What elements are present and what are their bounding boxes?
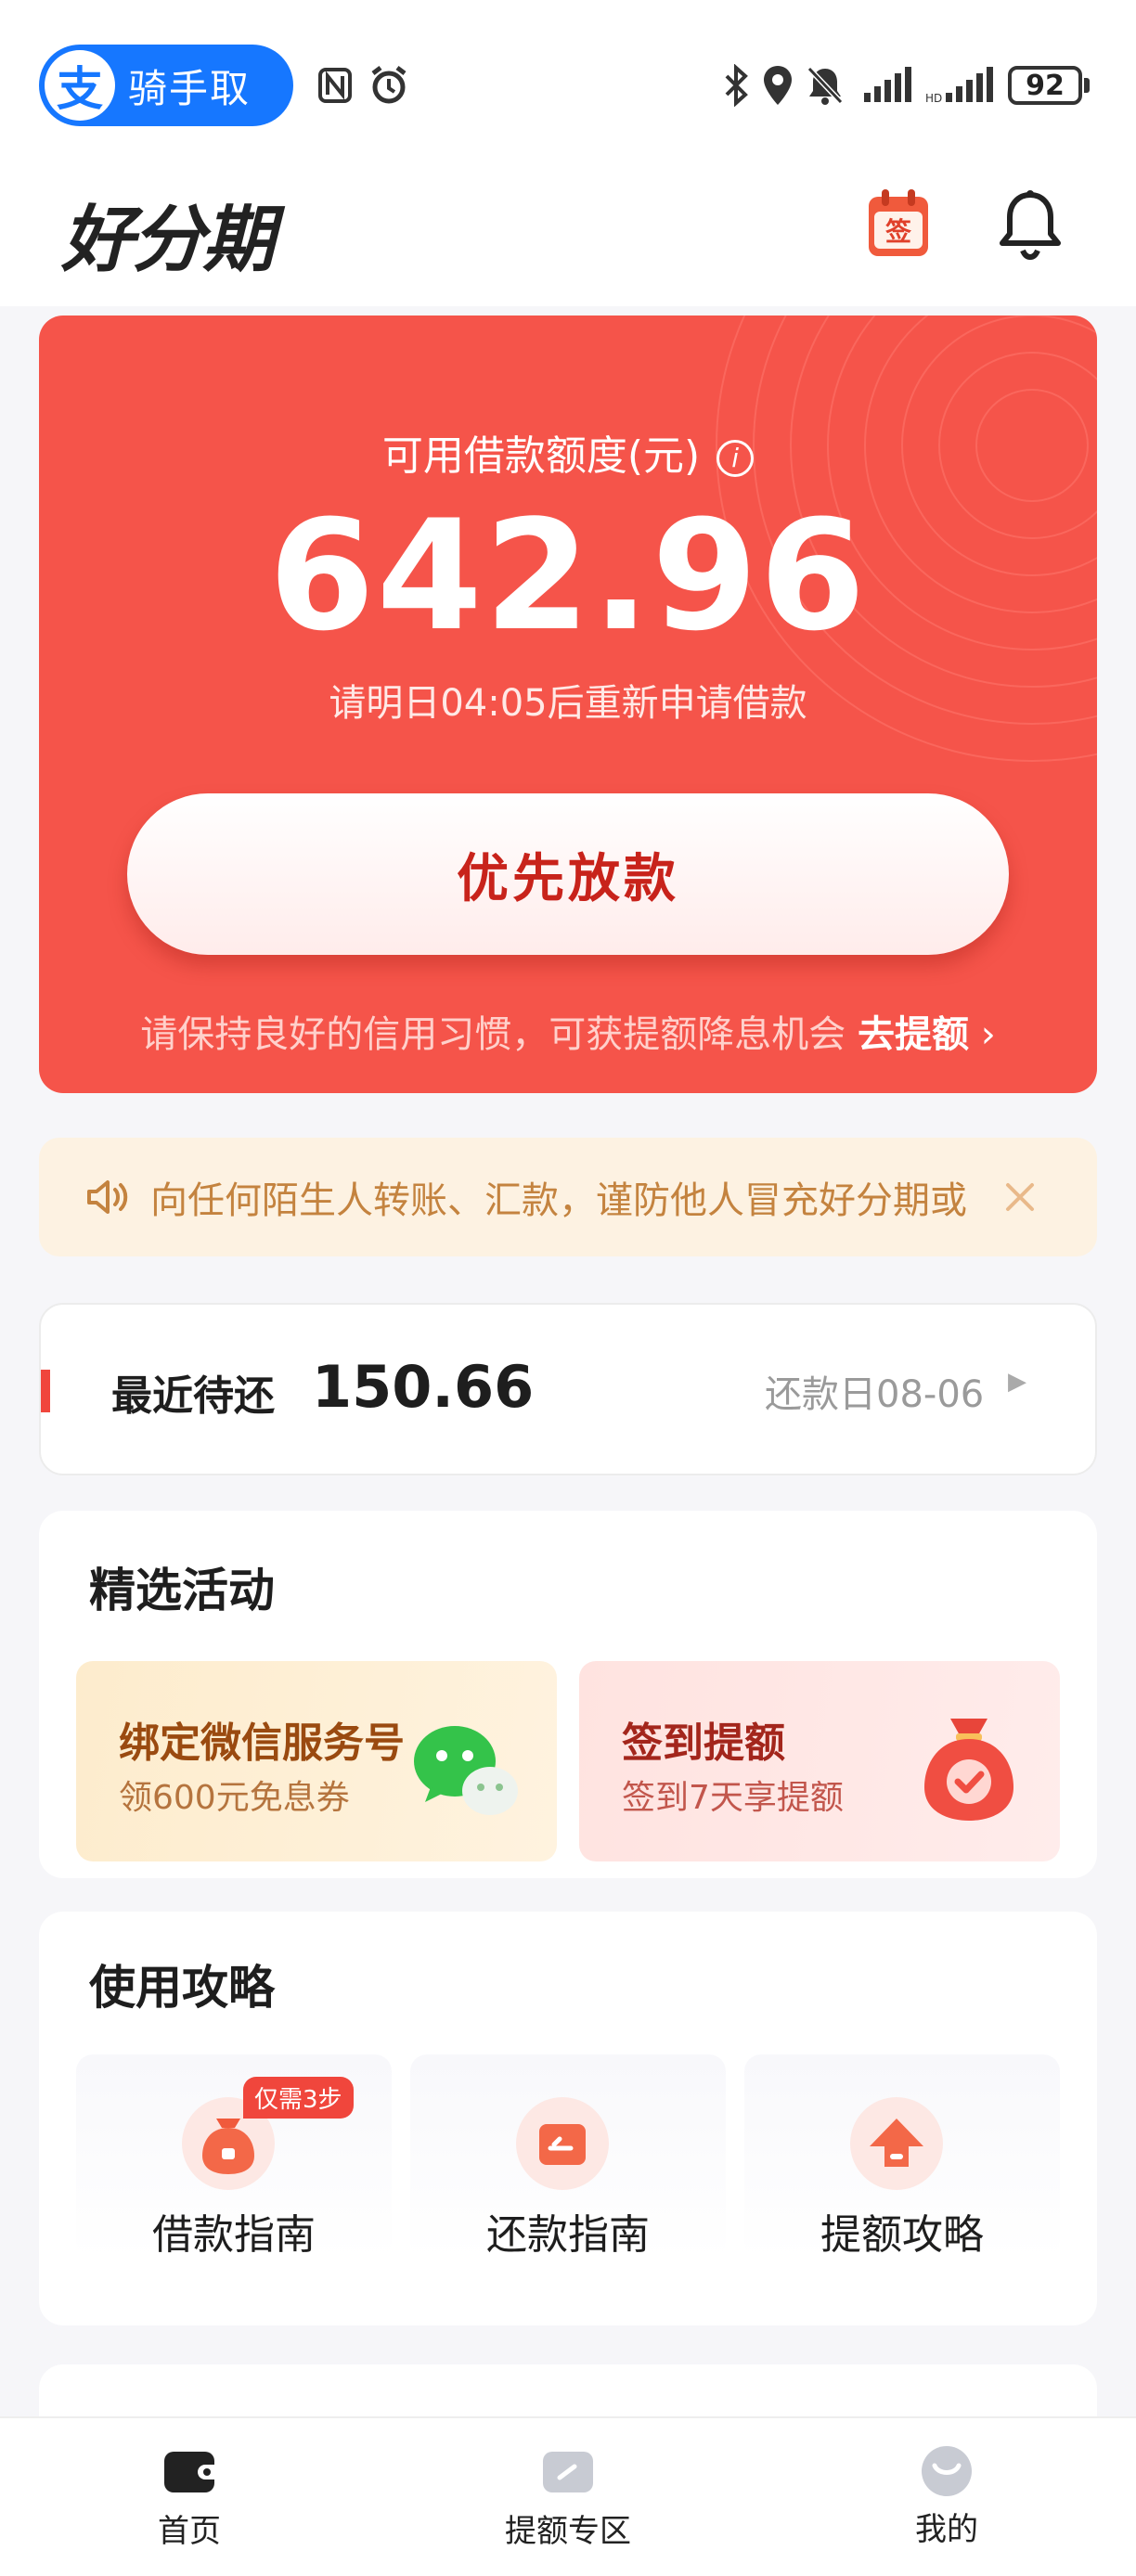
guides-section: 使用攻略 仅需3步 借款指南 还款指南 提额攻略 xyxy=(39,1912,1097,2325)
alipay-icon: 支 xyxy=(45,50,115,121)
notice-text: 向任何陌生人转账、汇款，谨防他人冒充好分期或 xyxy=(150,1179,967,1222)
wechat-bind-card[interactable]: 绑定微信服务号 领600元免息券 xyxy=(76,1661,557,1861)
caret-right-icon: ▶ xyxy=(1008,1368,1026,1396)
signal-icon xyxy=(861,58,913,113)
activity-subtitle: 签到7天享提额 xyxy=(622,1779,844,1817)
alipay-pill[interactable]: 支 骑手取 xyxy=(39,45,293,126)
guide-label: 提额攻略 xyxy=(820,2211,984,2259)
credit-tip: 请保持良好的信用习惯，可获提额降息机会 xyxy=(140,1013,846,1056)
accent-bar xyxy=(41,1370,50,1412)
credit-tip-row: 请保持良好的信用习惯，可获提额降息机会 去提额 › xyxy=(39,1004,1097,1058)
nav-home[interactable]: 首页 xyxy=(111,2418,267,2576)
close-icon[interactable] xyxy=(1004,1181,1036,1213)
app-logo: 好分期 xyxy=(61,199,275,282)
signal-2-icon: HD xyxy=(924,58,995,113)
repay-label: 最近待还 xyxy=(111,1372,275,1420)
nav-label: 提额专区 xyxy=(505,2513,631,2550)
notice-bar: 向任何陌生人转账、汇款，谨防他人冒充好分期或 xyxy=(39,1138,1097,1256)
nav-raise-zone[interactable]: 提额专区 xyxy=(490,2418,646,2576)
activities-title: 精选活动 xyxy=(89,1564,275,1617)
activity-title: 绑定微信服务号 xyxy=(119,1719,405,1767)
guide-label: 借款指南 xyxy=(152,2211,316,2259)
nfc-icon xyxy=(314,58,356,113)
bluetooth-icon xyxy=(720,58,754,113)
repay-guide-card[interactable]: 还款指南 xyxy=(410,2054,726,2259)
raise-arrow-icon xyxy=(850,2097,943,2190)
info-icon[interactable]: i xyxy=(716,440,755,477)
profile-icon xyxy=(922,2446,972,2496)
raise-limit-link[interactable]: 去提额 xyxy=(858,1013,969,1056)
priority-loan-button[interactable]: 优先放款 xyxy=(127,793,1009,955)
nav-mine[interactable]: 我的 xyxy=(869,2418,1025,2576)
credit-note: 请明日04:05后重新申请借款 xyxy=(329,682,807,725)
repay-due-date: 还款日08-06 xyxy=(765,1373,985,1416)
repay-amount: 150.66 xyxy=(312,1353,535,1421)
chevron-right-icon[interactable]: › xyxy=(981,1013,996,1056)
location-icon xyxy=(759,58,796,113)
svg-text:HD: HD xyxy=(925,92,942,104)
activity-title: 签到提额 xyxy=(622,1719,785,1767)
guide-label: 还款指南 xyxy=(486,2211,650,2259)
checkin-raise-card[interactable]: 签到提额 签到7天享提额 xyxy=(579,1661,1060,1861)
activities-section: 精选活动 绑定微信服务号 领600元免息券 签到提额 签到7天享提额 xyxy=(39,1511,1097,1878)
loan-guide-card[interactable]: 仅需3步 借款指南 xyxy=(76,2054,392,2259)
wallet-icon xyxy=(516,2097,609,2190)
home-wallet-icon xyxy=(164,2452,214,2492)
activity-subtitle: 领600元免息券 xyxy=(119,1779,350,1817)
notification-bell-icon[interactable] xyxy=(997,189,1064,261)
speaker-icon xyxy=(85,1179,130,1216)
checkin-calendar-icon[interactable]: 签 xyxy=(869,189,928,256)
credit-amount: 642.96 xyxy=(268,487,868,664)
wechat-icon xyxy=(410,1720,522,1823)
calendar-icon-text: 签 xyxy=(874,212,923,249)
steps-badge: 仅需3步 xyxy=(243,2077,354,2119)
credit-card: 可用借款额度(元) i 642.96 请明日04:05后重新申请借款 优先放款 … xyxy=(39,316,1097,1093)
battery-level: 92 xyxy=(1008,66,1082,105)
nav-label: 首页 xyxy=(158,2513,221,2550)
nav-label: 我的 xyxy=(915,2511,978,2548)
mute-bell-icon xyxy=(804,58,846,113)
raise-zone-icon xyxy=(543,2452,593,2492)
lucky-bag-icon xyxy=(913,1711,1025,1826)
bottom-navigation: 首页 提额专区 我的 xyxy=(0,2416,1136,2576)
recent-repayment-card[interactable]: 最近待还 150.66 还款日08-06 ▶ xyxy=(39,1303,1097,1475)
raise-guide-card[interactable]: 提额攻略 xyxy=(744,2054,1060,2259)
pill-label: 骑手取 xyxy=(128,65,252,111)
credit-label-row: 可用借款额度(元) i xyxy=(39,422,1097,482)
guides-title: 使用攻略 xyxy=(89,1961,275,2015)
battery-icon: 92 xyxy=(1006,58,1091,113)
alarm-icon xyxy=(366,58,412,113)
credit-label: 可用借款额度(元) xyxy=(381,432,701,480)
